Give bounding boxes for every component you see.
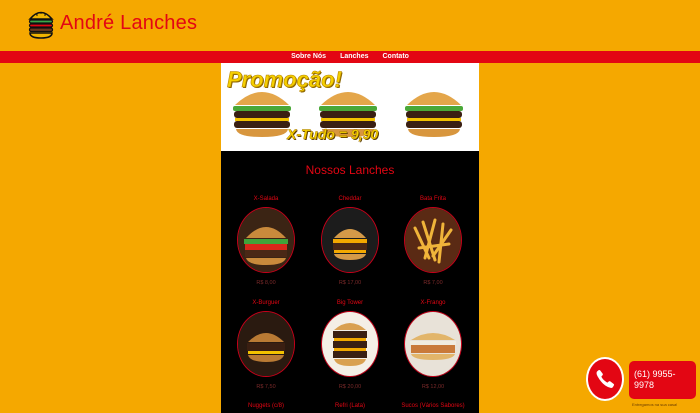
- product-card[interactable]: X-Frango R$ 12,00: [393, 300, 473, 390]
- nav-link-sobre-nos[interactable]: Sobre Nós: [291, 51, 326, 63]
- product-price: R$ 17,00: [338, 280, 362, 286]
- product-name: X-Burguer: [252, 300, 280, 306]
- brand-name: André Lanches: [60, 11, 198, 34]
- product-card[interactable]: Nuggets (c/8): [226, 403, 306, 411]
- phone-card[interactable]: (61) 9955-9978: [629, 361, 696, 399]
- product-card[interactable]: Sucos (Vários Sabores): [393, 403, 473, 411]
- phone-icon: [596, 369, 615, 388]
- product-photo: [404, 311, 462, 377]
- product-photo: [321, 311, 379, 377]
- product-name: Nuggets (c/8): [247, 403, 284, 409]
- brand[interactable]: André Lanches: [28, 6, 197, 40]
- product-photo: [404, 207, 462, 273]
- product-name: Sucos (Vários Sabores): [401, 403, 465, 409]
- delivery-note: Entregamos na sua casa!: [632, 402, 678, 407]
- product-price: R$ 20,00: [338, 384, 362, 390]
- product-price: R$ 12,00: [421, 384, 445, 390]
- call-button[interactable]: [586, 357, 624, 401]
- promo-title: Promoção!: [227, 67, 343, 93]
- main-nav: Sobre Nós Lanches Contato: [0, 51, 700, 63]
- product-name: Refri (Lata): [334, 403, 365, 409]
- promo-offer: X-Tudo = 9,90: [287, 126, 379, 142]
- product-card[interactable]: X-Burguer R$ 7,50: [226, 300, 306, 390]
- nav-link-lanches[interactable]: Lanches: [340, 51, 368, 63]
- burger-logo-icon: [28, 11, 54, 39]
- product-name: X-Frango: [420, 300, 446, 306]
- product-card[interactable]: Refri (Lata): [310, 403, 390, 411]
- product-name: Bata Frita: [419, 196, 446, 202]
- section-title: Nossos Lanches: [305, 163, 395, 177]
- product-photo: [237, 311, 295, 377]
- product-photo: [321, 207, 379, 273]
- content-column: Promoção! X-Tudo = 9,90 Nossos Lanches X…: [221, 63, 479, 413]
- product-price: R$ 7,00: [423, 280, 443, 286]
- product-card[interactable]: Cheddar R$ 17,00: [310, 196, 390, 286]
- product-photo: [237, 207, 295, 273]
- nav-link-contato[interactable]: Contato: [382, 51, 408, 63]
- product-name: Big Tower: [336, 300, 364, 306]
- product-name: X-Salada: [253, 196, 279, 202]
- product-card[interactable]: Big Tower R$ 20,00: [310, 300, 390, 390]
- promo-burger-image: [405, 92, 463, 137]
- phone-number: (61) 9955-9978: [634, 369, 676, 390]
- product-name: Cheddar: [338, 196, 362, 202]
- product-card[interactable]: Bata Frita R$ 7,00: [393, 196, 473, 286]
- product-price: R$ 8,00: [256, 280, 276, 286]
- promo-banner[interactable]: Promoção! X-Tudo = 9,90: [221, 63, 479, 151]
- product-price: R$ 7,50: [256, 384, 276, 390]
- product-card[interactable]: X-Salada R$ 8,00: [226, 196, 306, 286]
